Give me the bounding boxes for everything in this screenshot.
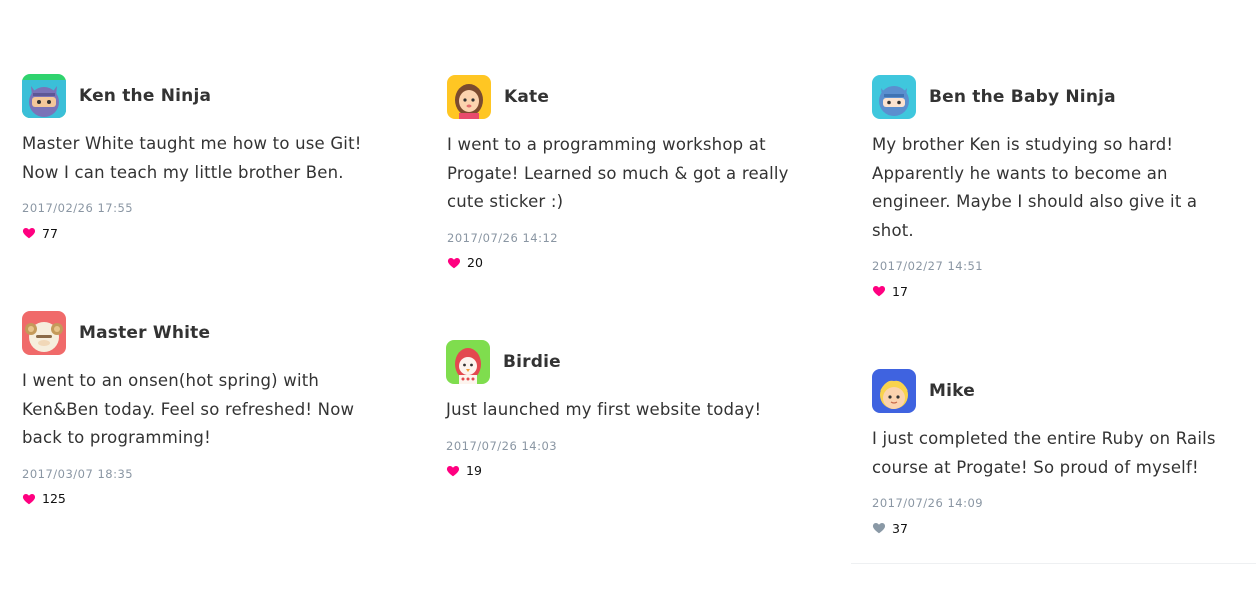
post-card: Mike I just completed the entire Ruby on…: [872, 369, 1252, 536]
post-timestamp: 2017/03/07 18:35: [22, 466, 134, 481]
post-feed: { "posts": [ {"user":"Ken the Ninja","te…: [0, 0, 1256, 613]
post-timestamp: 2017/07/26 14:12: [447, 230, 559, 245]
post-user-name[interactable]: Kate: [504, 87, 549, 107]
heart-icon[interactable]: [446, 464, 460, 478]
birdie-avatar[interactable]: [446, 340, 490, 384]
like-group: 20: [447, 255, 827, 271]
like-count: 77: [42, 225, 58, 241]
post-user-name[interactable]: Ben the Baby Ninja: [929, 87, 1116, 107]
post-header: Kate: [447, 75, 827, 119]
mike-avatar[interactable]: [872, 369, 916, 413]
post-header: Ben the Baby Ninja: [872, 75, 1252, 119]
heart-icon[interactable]: [22, 226, 36, 240]
post-user-name[interactable]: Ken the Ninja: [79, 86, 211, 106]
like-group: 37: [872, 520, 1252, 536]
heart-icon[interactable]: [872, 284, 886, 298]
post-card: Ben the Baby Ninja My brother Ken is stu…: [872, 75, 1252, 299]
ken-ninja-avatar[interactable]: [22, 74, 66, 118]
post-card: Birdie Just launched my first website to…: [446, 340, 826, 479]
like-count: 125: [42, 491, 66, 506]
like-group: 17: [872, 283, 1252, 299]
post-user-name[interactable]: Birdie: [503, 352, 561, 372]
like-group: 77: [22, 225, 402, 241]
post-content: Master White taught me how to use Git! N…: [22, 134, 362, 182]
post-content: Just launched my first website today!: [446, 400, 762, 419]
post-timestamp: 2017/02/26 17:55: [22, 201, 134, 215]
post-header: Birdie: [446, 340, 826, 384]
heart-icon[interactable]: [447, 256, 461, 270]
heart-icon[interactable]: [872, 521, 886, 535]
like-count: 17: [892, 283, 908, 299]
post-content: I went to a programming workshop at Prog…: [447, 135, 789, 211]
post-content: I went to an onsen(hot spring) with Ken&…: [22, 371, 355, 447]
post-content: My brother Ken is studying so hard! Appa…: [872, 135, 1198, 240]
like-count: 37: [892, 520, 908, 536]
post-timestamp: 2017/07/26 14:03: [446, 438, 558, 453]
post-user-name[interactable]: Mike: [929, 381, 975, 401]
post-card: Master White I went to an onsen(hot spri…: [22, 311, 402, 507]
like-count: 19: [466, 463, 482, 478]
post-card: Kate I went to a programming workshop at…: [447, 75, 827, 271]
kate-avatar[interactable]: [447, 75, 491, 119]
heart-icon[interactable]: [22, 492, 36, 506]
post-timestamp: 2017/07/26 14:09: [872, 496, 984, 510]
post-content: I just completed the entire Ruby on Rail…: [872, 429, 1216, 477]
ben-baby-ninja-avatar[interactable]: [872, 75, 916, 119]
post-card: Ken the Ninja Master White taught me how…: [22, 74, 402, 241]
post-header: Master White: [22, 311, 402, 355]
divider: [851, 563, 1256, 564]
post-user-name[interactable]: Master White: [79, 323, 210, 343]
like-count: 20: [467, 255, 483, 270]
post-header: Ken the Ninja: [22, 74, 402, 118]
like-group: 125: [22, 491, 402, 507]
like-group: 19: [446, 463, 826, 479]
post-header: Mike: [872, 369, 1252, 413]
master-white-avatar[interactable]: [22, 311, 66, 355]
post-timestamp: 2017/02/27 14:51: [872, 259, 984, 273]
